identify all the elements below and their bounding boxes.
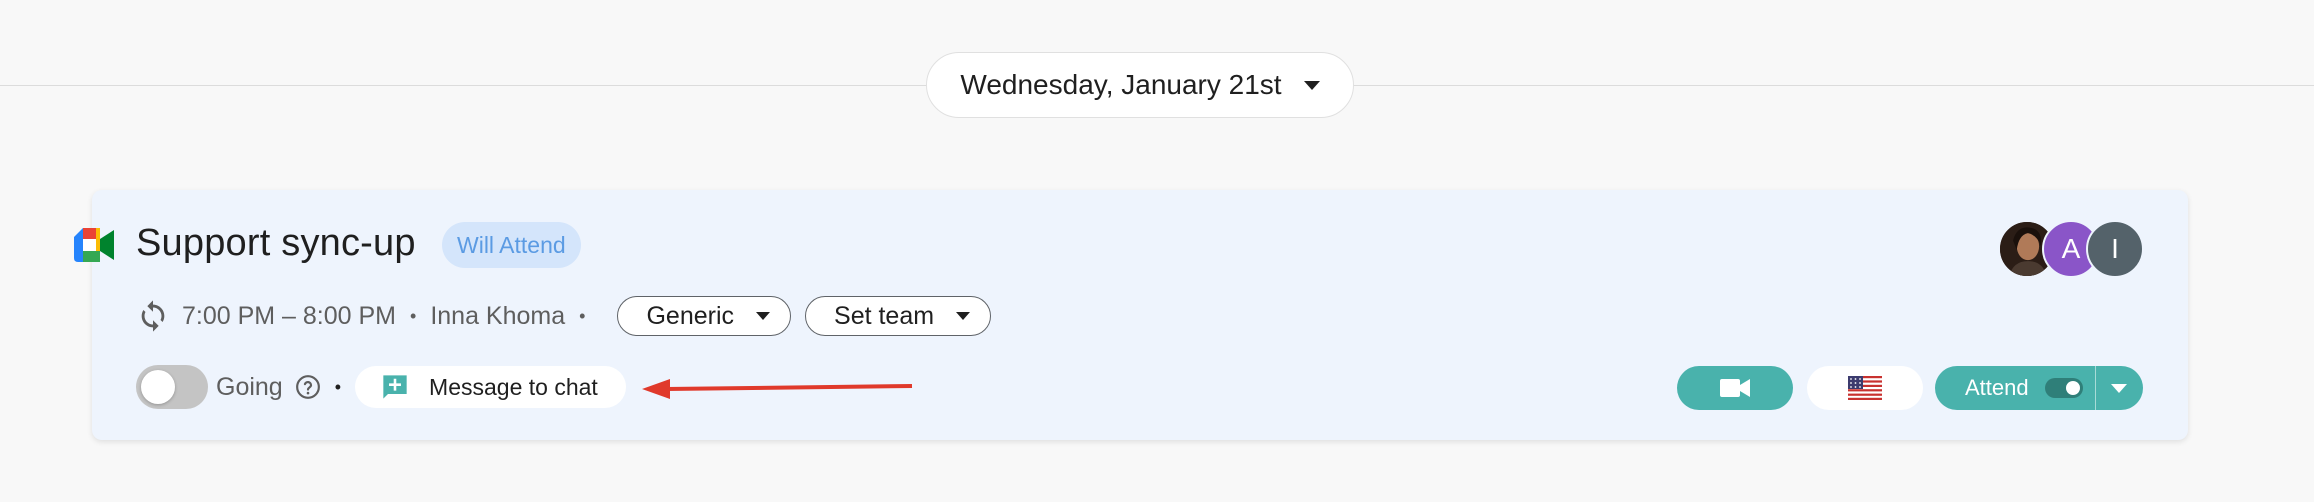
attend-label: Attend <box>1965 375 2029 400</box>
add-chat-icon <box>383 375 407 399</box>
attend-options-dropdown[interactable] <box>2096 366 2143 410</box>
date-selector[interactable]: Wednesday, January 21st <box>926 52 1354 118</box>
separator-dot: • <box>410 305 417 326</box>
annotation-arrow-icon <box>642 379 913 399</box>
attend-button[interactable]: Attend <box>1935 366 2095 410</box>
team-dropdown[interactable]: Set team <box>805 296 992 336</box>
chat-button-label: Message to chat <box>429 373 598 400</box>
video-camera-icon <box>1720 379 1750 397</box>
status-badge: Will Attend <box>442 222 581 268</box>
date-label: Wednesday, January 21st <box>960 69 1282 100</box>
toggle-knob <box>141 370 175 404</box>
attend-split-button: Attend <box>1935 366 2143 410</box>
us-flag-icon <box>1848 376 1882 400</box>
avatar-initial: A <box>2061 233 2081 264</box>
video-call-button[interactable] <box>1677 366 1793 410</box>
attend-toggle[interactable] <box>2044 378 2083 398</box>
message-to-chat-button[interactable]: Message to chat <box>355 366 626 408</box>
category-label: Generic <box>646 301 735 330</box>
going-toggle[interactable] <box>136 365 208 409</box>
chevron-down-icon <box>2111 383 2128 393</box>
avatar[interactable]: I <box>2086 220 2144 278</box>
separator-dot: • <box>334 376 342 397</box>
google-meet-icon <box>74 228 114 262</box>
event-time: 7:00 PM – 8:00 PM <box>182 301 397 330</box>
language-button[interactable] <box>1807 366 1923 410</box>
event-actions-row: Going • Message to chat <box>136 364 626 410</box>
avatar-initial: I <box>2111 233 2119 264</box>
event-title[interactable]: Support sync-up <box>136 222 416 265</box>
team-label: Set team <box>834 301 935 330</box>
recurring-icon <box>141 300 165 332</box>
chevron-down-icon <box>956 312 971 320</box>
category-dropdown[interactable]: Generic <box>617 296 792 336</box>
toggle-knob <box>2065 381 2080 395</box>
event-details-row: 7:00 PM – 8:00 PM • Inna Khoma • Generic… <box>136 294 992 338</box>
separator-dot: • <box>579 305 586 326</box>
chevron-down-icon <box>1303 80 1320 90</box>
going-label: Going <box>216 372 283 401</box>
chevron-down-icon <box>756 312 771 320</box>
help-circle-icon[interactable] <box>295 374 321 400</box>
event-organizer: Inna Khoma <box>430 301 566 330</box>
